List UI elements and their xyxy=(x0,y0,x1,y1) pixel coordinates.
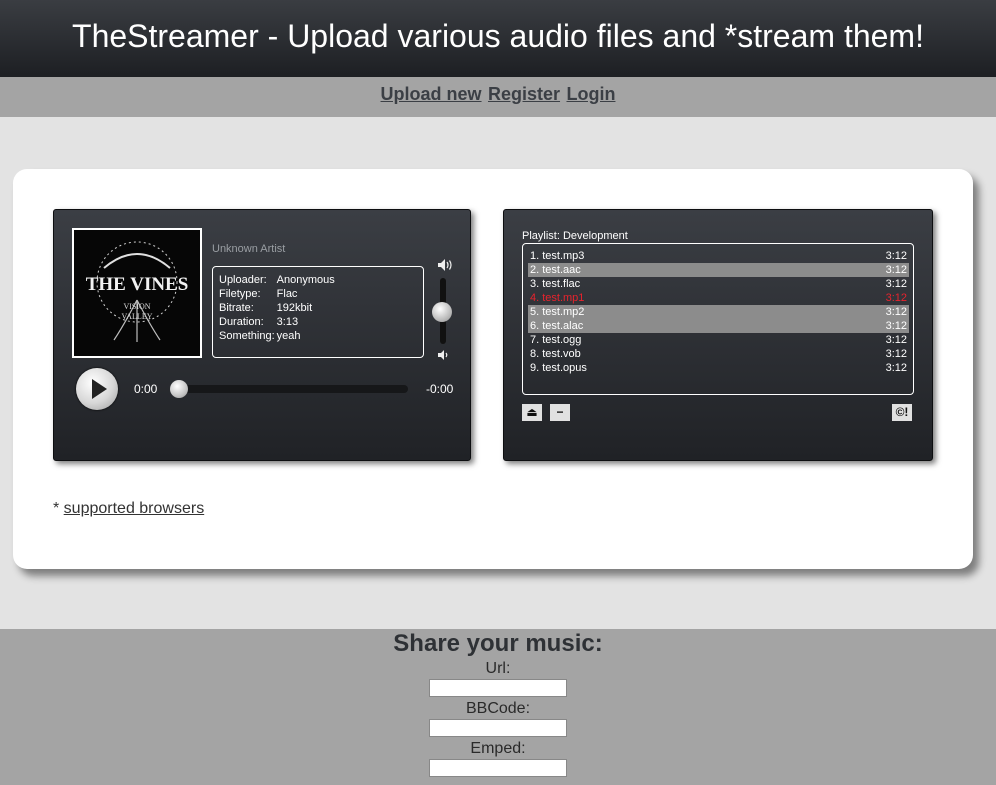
playlist-item[interactable]: 1. test.mp3 3:12 xyxy=(528,249,909,263)
embed-label: Emped: xyxy=(470,740,526,757)
playlist-item[interactable]: 5. test.mp2 3:12 xyxy=(528,305,909,319)
info-row: Bitrate: 192kbit xyxy=(219,301,337,315)
track-duration: 3:12 xyxy=(885,334,907,346)
track-label: 5. test.mp2 xyxy=(530,306,585,318)
remove-button[interactable]: − xyxy=(550,404,570,421)
cover-subtitle-text-2: VALLEY xyxy=(122,312,153,321)
register-link[interactable]: Register xyxy=(488,84,560,104)
info-row: Filetype: Flac xyxy=(219,287,337,301)
track-label: 7. test.ogg xyxy=(530,334,582,346)
info-row: Uploader: Anonymous xyxy=(219,273,337,287)
volume-slider-handle[interactable] xyxy=(432,302,452,322)
seek-handle[interactable] xyxy=(170,380,188,398)
artist-name: Unknown Artist xyxy=(212,243,286,255)
track-label: 9. test.opus xyxy=(530,362,587,374)
play-icon xyxy=(92,379,107,399)
cover-title-text: THE VINES xyxy=(86,274,189,295)
track-duration: 3:12 xyxy=(885,250,907,262)
track-duration: 3:12 xyxy=(885,306,907,318)
playlist-panel: Playlist: Development 1. test.mp3 3:12 2.… xyxy=(503,209,933,461)
info-key: Filetype: xyxy=(219,288,261,300)
info-value: Anonymous xyxy=(276,274,335,286)
playlist-item[interactable]: 9. test.opus 3:12 xyxy=(528,361,909,375)
supported-browsers-link[interactable]: supported browsers xyxy=(64,500,205,517)
info-row: Duration: 3:13 xyxy=(219,315,337,329)
track-label: 4. test.mp1 xyxy=(530,292,585,304)
share-section: Share your music: Url: BBCode: Emped: xyxy=(0,629,996,785)
track-label: 6. test.alac xyxy=(530,320,584,332)
upload-new-link[interactable]: Upload new xyxy=(381,84,482,104)
track-info-box: Uploader: Anonymous Filetype: Flac Bitra… xyxy=(212,266,424,358)
minus-icon: − xyxy=(556,405,564,419)
remaining-time: -0:00 xyxy=(426,382,454,396)
track-label: 1. test.mp3 xyxy=(530,250,585,262)
info-row: Something: yeah xyxy=(219,329,337,343)
volume-high-icon[interactable] xyxy=(437,258,455,277)
info-key: Duration: xyxy=(219,316,264,328)
track-label: 3. test.flac xyxy=(530,278,581,290)
album-cover: THE VINES VISION VALLEY xyxy=(72,228,202,358)
track-duration: 3:12 xyxy=(885,348,907,360)
footnote-asterisk: * xyxy=(53,500,64,517)
content-card: THE VINES VISION VALLEY Unknown Artist U… xyxy=(13,169,973,569)
playlist-item[interactable]: 3. test.flac 3:12 xyxy=(528,277,909,291)
info-key: Uploader: xyxy=(219,274,267,286)
info-value: 3:13 xyxy=(276,316,299,328)
info-value: Flac xyxy=(276,288,298,300)
track-label: 8. test.vob xyxy=(530,348,581,360)
volume-low-icon[interactable] xyxy=(437,348,451,366)
info-key: Bitrate: xyxy=(219,302,254,314)
top-nav: Upload new Register Login xyxy=(0,77,996,117)
bbcode-field[interactable] xyxy=(429,719,567,737)
playlist-item[interactable]: 2. test.aac 3:12 xyxy=(528,263,909,277)
copyright-button[interactable]: ©! xyxy=(892,404,912,421)
track-duration: 3:12 xyxy=(885,292,907,304)
page-header: TheStreamer - Upload various audio files… xyxy=(0,0,996,77)
share-title: Share your music: xyxy=(393,630,603,657)
play-button[interactable] xyxy=(76,368,118,410)
current-time: 0:00 xyxy=(134,382,158,396)
playlist-box: 1. test.mp3 3:12 2. test.aac 3:12 3. test.… xyxy=(522,243,914,395)
playlist-title: Playlist: Development xyxy=(522,230,628,242)
track-duration: 3:12 xyxy=(885,362,907,374)
page-title: TheStreamer - Upload various audio files… xyxy=(72,18,924,54)
login-link[interactable]: Login xyxy=(566,84,615,104)
info-value: yeah xyxy=(276,330,301,342)
eject-button[interactable]: ⏏ xyxy=(522,404,542,421)
bbcode-label: BBCode: xyxy=(465,700,531,717)
url-label: Url: xyxy=(485,660,511,677)
track-duration: 3:12 xyxy=(885,278,907,290)
info-value: 192kbit xyxy=(276,302,313,314)
playlist-item[interactable]: 4. test.mp1 3:12 xyxy=(528,291,909,305)
track-duration: 3:12 xyxy=(885,320,907,332)
track-duration: 3:12 xyxy=(885,264,907,276)
eject-icon: ⏏ xyxy=(526,405,538,419)
cover-subtitle-text: VISION xyxy=(123,302,150,311)
seek-bar[interactable] xyxy=(172,385,408,393)
track-label: 2. test.aac xyxy=(530,264,581,276)
playlist-item[interactable]: 6. test.alac 3:12 xyxy=(528,319,909,333)
url-field[interactable] xyxy=(429,679,567,697)
playlist-item[interactable]: 8. test.vob 3:12 xyxy=(528,347,909,361)
audio-player: THE VINES VISION VALLEY Unknown Artist U… xyxy=(53,209,471,461)
copyright-icon: ©! xyxy=(895,405,909,419)
info-key: Something: xyxy=(219,330,275,342)
playlist-tracks: 1. test.mp3 3:12 2. test.aac 3:12 3. test.… xyxy=(528,249,909,375)
supported-browsers-note: * supported browsers xyxy=(53,500,204,518)
playlist-item[interactable]: 7. test.ogg 3:12 xyxy=(528,333,909,347)
embed-field[interactable] xyxy=(429,759,567,777)
